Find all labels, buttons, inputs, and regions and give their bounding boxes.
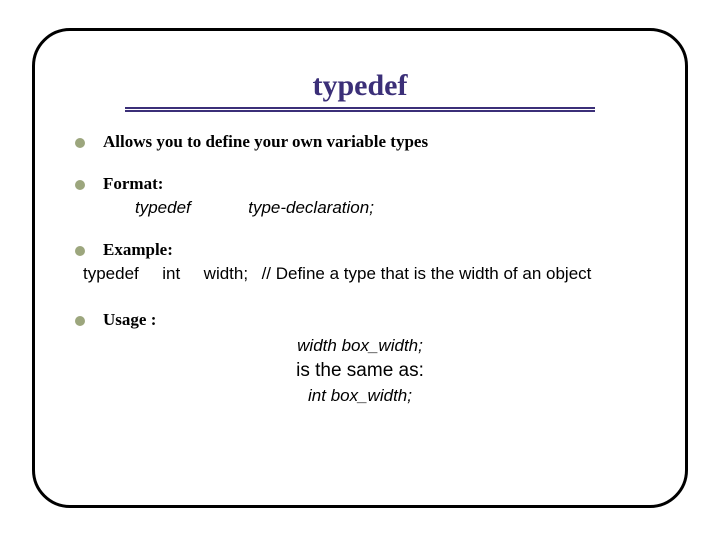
example-typedef: typedef <box>83 264 139 283</box>
bullet-row-1: Allows you to define your own variable t… <box>75 132 645 152</box>
bullet-row-2: Format: <box>75 174 645 194</box>
slide: typedef Allows you to define your own va… <box>0 0 720 540</box>
content-area: Allows you to define your own variable t… <box>75 132 645 406</box>
slide-frame: typedef Allows you to define your own va… <box>32 28 688 508</box>
bullet-icon <box>75 246 85 256</box>
usage-line-1: width box_width; <box>75 336 645 356</box>
example-type: int <box>162 264 180 283</box>
title-underline <box>125 107 595 112</box>
bullet-row-4: Usage : <box>75 310 645 330</box>
usage-line-2: is the same as: <box>75 360 645 382</box>
example-line: typedef int width; // Define a type that… <box>83 264 645 284</box>
bullet-row-3: Example: <box>75 240 645 260</box>
bullet-icon <box>75 316 85 326</box>
bullet-text-3: Example: <box>103 240 645 260</box>
format-line: typedef type-declaration; <box>135 198 645 218</box>
example-comment: // Define a type that is the width of an… <box>262 264 592 283</box>
format-declaration: type-declaration; <box>248 198 374 217</box>
bullet-text-2: Format: <box>103 174 645 194</box>
format-keyword: typedef <box>135 198 191 217</box>
usage-block: width box_width; is the same as: int box… <box>75 336 645 406</box>
bullet-text-4: Usage : <box>103 310 645 330</box>
slide-title: typedef <box>307 69 414 105</box>
bullet-text-1: Allows you to define your own variable t… <box>103 132 645 152</box>
bullet-icon <box>75 138 85 148</box>
bullet-icon <box>75 180 85 190</box>
usage-line-3: int box_width; <box>75 386 645 406</box>
title-block: typedef <box>75 69 645 112</box>
example-name: width; <box>204 264 248 283</box>
